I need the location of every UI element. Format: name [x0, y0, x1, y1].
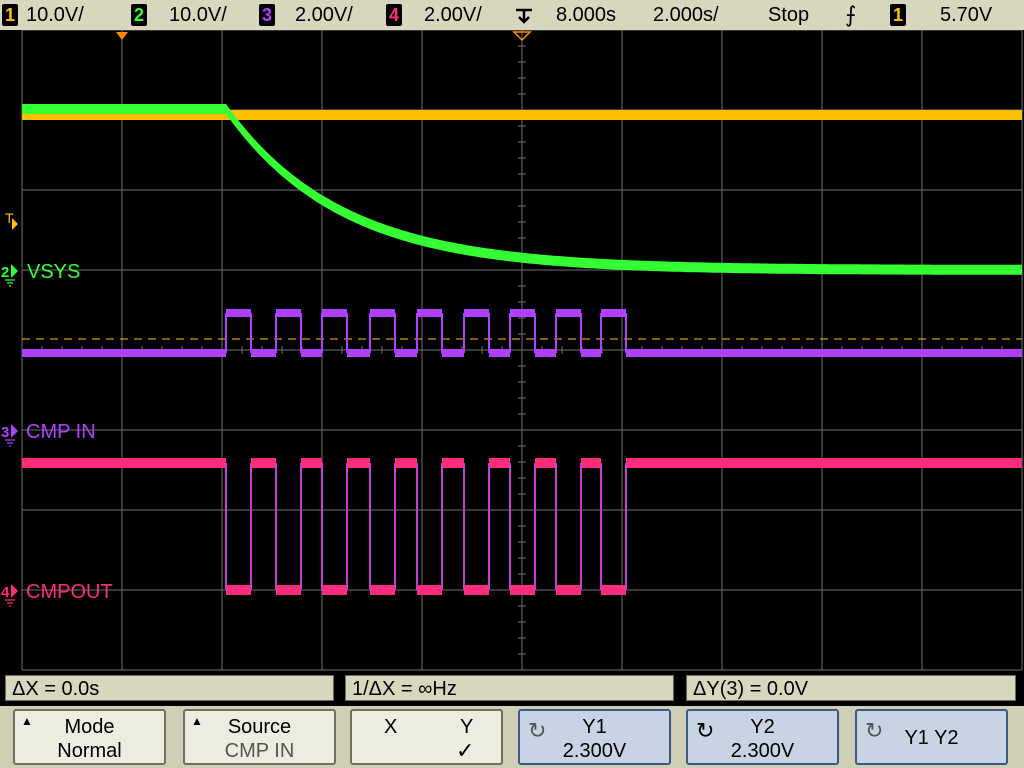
- ch4-waveform-segment: [417, 585, 442, 595]
- waveform-display[interactable]: T 2 VSYS 3 CMP IN 4 CMPOUT: [0, 29, 1024, 672]
- mode-title: Mode: [64, 716, 115, 738]
- ch4-ground-marker[interactable]: 4: [1, 584, 18, 607]
- ch3-waveform-segment: [556, 309, 581, 317]
- xy-softkey[interactable]: X Y ✓: [350, 709, 503, 765]
- ch4-waveform-segment: [626, 458, 1022, 468]
- ch4-waveform-segment: [556, 585, 581, 595]
- ch4-waveform-segment: [581, 458, 601, 468]
- ch4-waveform-segment: [22, 458, 226, 468]
- ch4-label: CMPOUT: [26, 581, 113, 603]
- ch4-waveform-segment: [510, 585, 535, 595]
- ch3-badge[interactable]: 3: [259, 4, 275, 26]
- y1-value: 2.300V: [562, 740, 627, 762]
- ch4-waveform-segment: [601, 585, 626, 595]
- status-bar: 1 10.0V/ 2 10.0V/ 3 2.00V/ 4 2.00V/ 8.00…: [0, 0, 1024, 30]
- ch4-waveform-segment: [301, 458, 322, 468]
- trigger-level[interactable]: 5.70V: [940, 0, 992, 30]
- svg-text:3: 3: [1, 424, 9, 441]
- svg-text:4: 4: [1, 584, 10, 601]
- ch4-waveform-segment: [370, 585, 395, 595]
- ch2-label: VSYS: [27, 261, 80, 283]
- ch3-waveform-segment: [626, 349, 1022, 357]
- ch3-waveform-segment: [510, 309, 535, 317]
- ch3-label: CMP IN: [26, 421, 96, 443]
- y2-softkey[interactable]: ↻ Y2 2.300V: [686, 709, 839, 765]
- x-option: X: [384, 716, 398, 738]
- ch2-scale[interactable]: 10.0V/: [169, 0, 227, 30]
- waveform-canvas: T 2 VSYS 3 CMP IN 4 CMPOUT: [1, 29, 1023, 671]
- y2-title: Y2: [750, 716, 775, 738]
- ch4-badge[interactable]: 4: [386, 4, 402, 26]
- source-value: CMP IN: [224, 740, 295, 762]
- ch3-waveform-segment: [301, 349, 322, 357]
- ch3-waveform-segment: [535, 349, 556, 357]
- y2-value: 2.300V: [730, 740, 795, 762]
- ch4-waveform-segment: [347, 458, 370, 468]
- delta-x-readout: ΔX = 0.0s: [5, 675, 334, 701]
- ch1-badge[interactable]: 1: [2, 4, 18, 26]
- ch3-waveform-segment: [276, 309, 301, 317]
- ch3-waveform-segment: [464, 309, 489, 317]
- ch4-waveform-segment: [442, 458, 464, 468]
- ch3-waveform-segment: [347, 349, 370, 357]
- y1-softkey[interactable]: ↻ Y1 2.300V: [518, 709, 671, 765]
- measurement-readouts: ΔX = 0.0s 1/ΔX = ∞Hz ΔY(3) = 0.0V: [0, 672, 1024, 706]
- ch3-waveform-segment: [489, 349, 510, 357]
- delta-y-readout: ΔY(3) = 0.0V: [686, 675, 1016, 701]
- softkey-menu: ▲ Mode Normal ▲ Source CMP IN X Y ✓ ↻ Y1…: [0, 706, 1024, 768]
- mode-softkey[interactable]: ▲ Mode Normal: [13, 709, 166, 765]
- trigger-source-badge[interactable]: 1: [890, 4, 906, 26]
- ch4-waveform-segment: [322, 585, 347, 595]
- ch3-ground-marker[interactable]: 3: [1, 424, 18, 447]
- ch4-waveform-segment: [489, 458, 510, 468]
- ch3-waveform-segment: [322, 309, 347, 317]
- ch3-scale[interactable]: 2.00V/: [295, 0, 353, 30]
- ch3-waveform-segment: [251, 349, 276, 357]
- time-scale[interactable]: 2.000s/: [653, 0, 719, 30]
- ch4-waveform-segment: [251, 458, 276, 468]
- ch3-waveform-segment: [370, 309, 395, 317]
- ch4-waveform-segment: [226, 585, 251, 595]
- check-icon: ✓: [456, 738, 475, 763]
- source-softkey[interactable]: ▲ Source CMP IN: [183, 709, 336, 765]
- ch3-waveform-segment: [581, 349, 601, 357]
- ch3-waveform-segment: [601, 309, 626, 317]
- run-state[interactable]: Stop: [768, 0, 809, 30]
- delay-marker-icon: [516, 8, 532, 24]
- ch3-waveform-segment: [22, 349, 226, 357]
- inverse-delta-x-readout: 1/ΔX = ∞Hz: [345, 675, 674, 701]
- ch3-waveform-segment: [417, 309, 442, 317]
- horizontal-position-marker-icon: [116, 32, 128, 40]
- ch4-waveform-segment: [464, 585, 489, 595]
- source-title: Source: [227, 716, 292, 738]
- y1-title: Y1: [582, 716, 607, 738]
- ch3-waveform-segment: [226, 309, 251, 317]
- trigger-slope-icon: ⨍: [845, 2, 857, 27]
- ch3-waveform-segment: [442, 349, 464, 357]
- y1-y2-softkey[interactable]: ↻ Y1 Y2: [855, 709, 1008, 765]
- time-delay[interactable]: 8.000s: [556, 0, 616, 30]
- ch4-waveform-segment: [535, 458, 556, 468]
- svg-text:2: 2: [1, 264, 9, 281]
- ch4-waveform-segment: [395, 458, 417, 468]
- mode-value: Normal: [57, 740, 122, 762]
- ch2-badge[interactable]: 2: [131, 4, 147, 26]
- y1-y2-title: Y1 Y2: [904, 727, 959, 749]
- ch3-waveform-segment: [395, 349, 417, 357]
- y-option: Y: [460, 716, 474, 738]
- trigger-level-marker[interactable]: T: [5, 210, 18, 230]
- ch1-scale[interactable]: 10.0V/: [26, 0, 84, 30]
- ch4-scale[interactable]: 2.00V/: [424, 0, 482, 30]
- ch4-waveform-segment: [276, 585, 301, 595]
- ch2-ground-marker[interactable]: 2: [1, 264, 18, 287]
